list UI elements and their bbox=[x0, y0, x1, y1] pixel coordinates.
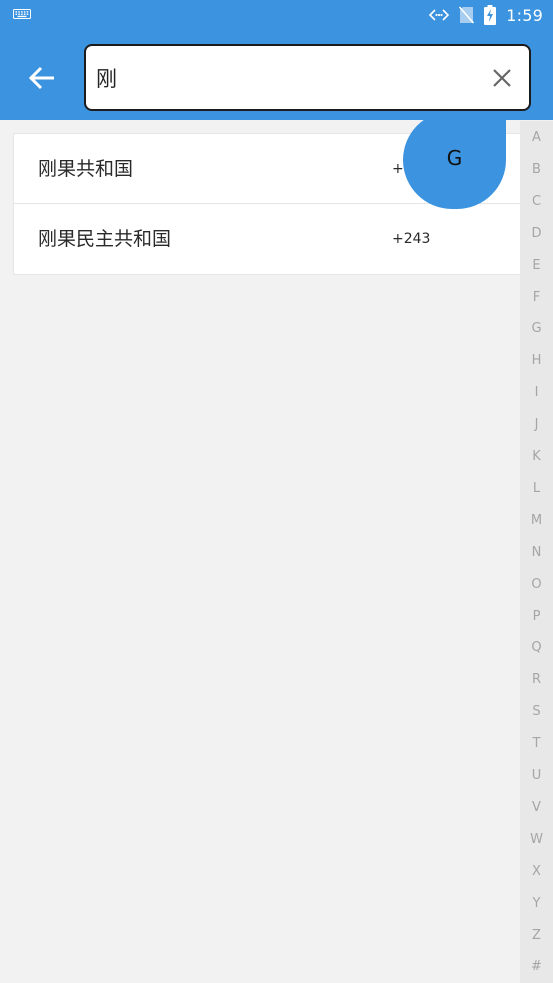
index-letter[interactable]: P bbox=[520, 609, 553, 625]
index-letter[interactable]: K bbox=[520, 449, 553, 465]
app-bar bbox=[0, 30, 553, 120]
index-letter[interactable]: R bbox=[520, 672, 553, 688]
index-letter[interactable]: G bbox=[520, 321, 553, 337]
index-letter[interactable]: E bbox=[520, 258, 553, 274]
index-letter[interactable]: S bbox=[520, 704, 553, 720]
index-letter[interactable]: I bbox=[520, 385, 553, 401]
close-icon bbox=[493, 69, 511, 87]
index-letter[interactable]: N bbox=[520, 545, 553, 561]
index-letter[interactable]: L bbox=[520, 481, 553, 497]
index-letter[interactable]: Z bbox=[520, 928, 553, 944]
country-name: 刚果共和国 bbox=[38, 158, 134, 180]
index-letter[interactable]: Q bbox=[520, 640, 553, 656]
index-letter[interactable]: X bbox=[520, 864, 553, 880]
index-letter[interactable]: C bbox=[520, 194, 553, 210]
status-bar: 1:59 bbox=[0, 0, 553, 30]
search-input[interactable] bbox=[96, 46, 476, 109]
battery-charging-icon bbox=[484, 5, 497, 25]
data-sync-icon bbox=[429, 9, 450, 21]
index-letter[interactable]: U bbox=[520, 768, 553, 784]
index-letter[interactable]: W bbox=[520, 832, 553, 848]
index-letter[interactable]: # bbox=[520, 959, 553, 975]
index-letter[interactable]: O bbox=[520, 577, 553, 593]
back-button[interactable] bbox=[22, 58, 62, 98]
alphabet-index-bar[interactable]: A B C D E F G H I J K L M N O P Q R S T U V W X Y Z # bbox=[520, 121, 553, 983]
country-name: 刚果民主共和国 bbox=[38, 228, 172, 250]
index-letter[interactable]: A bbox=[520, 130, 553, 146]
clear-button[interactable] bbox=[487, 63, 517, 93]
list-item[interactable]: 刚果民主共和国 +243 bbox=[14, 204, 520, 274]
index-letter[interactable]: H bbox=[520, 353, 553, 369]
index-bubble-letter: G bbox=[446, 146, 463, 170]
search-box bbox=[84, 44, 531, 111]
status-time: 1:59 bbox=[506, 5, 543, 25]
arrow-back-icon bbox=[28, 66, 54, 90]
no-sim-icon bbox=[459, 6, 475, 24]
index-letter[interactable]: T bbox=[520, 736, 553, 752]
index-letter[interactable]: Y bbox=[520, 896, 553, 912]
country-code: +243 bbox=[392, 231, 431, 247]
keyboard-icon bbox=[13, 9, 31, 19]
index-letter[interactable]: M bbox=[520, 513, 553, 529]
index-letter[interactable]: J bbox=[520, 417, 553, 433]
index-bubble: G bbox=[403, 111, 506, 209]
index-letter[interactable]: D bbox=[520, 226, 553, 242]
index-letter[interactable]: F bbox=[520, 290, 553, 306]
index-letter[interactable]: V bbox=[520, 800, 553, 816]
index-letter[interactable]: B bbox=[520, 162, 553, 178]
